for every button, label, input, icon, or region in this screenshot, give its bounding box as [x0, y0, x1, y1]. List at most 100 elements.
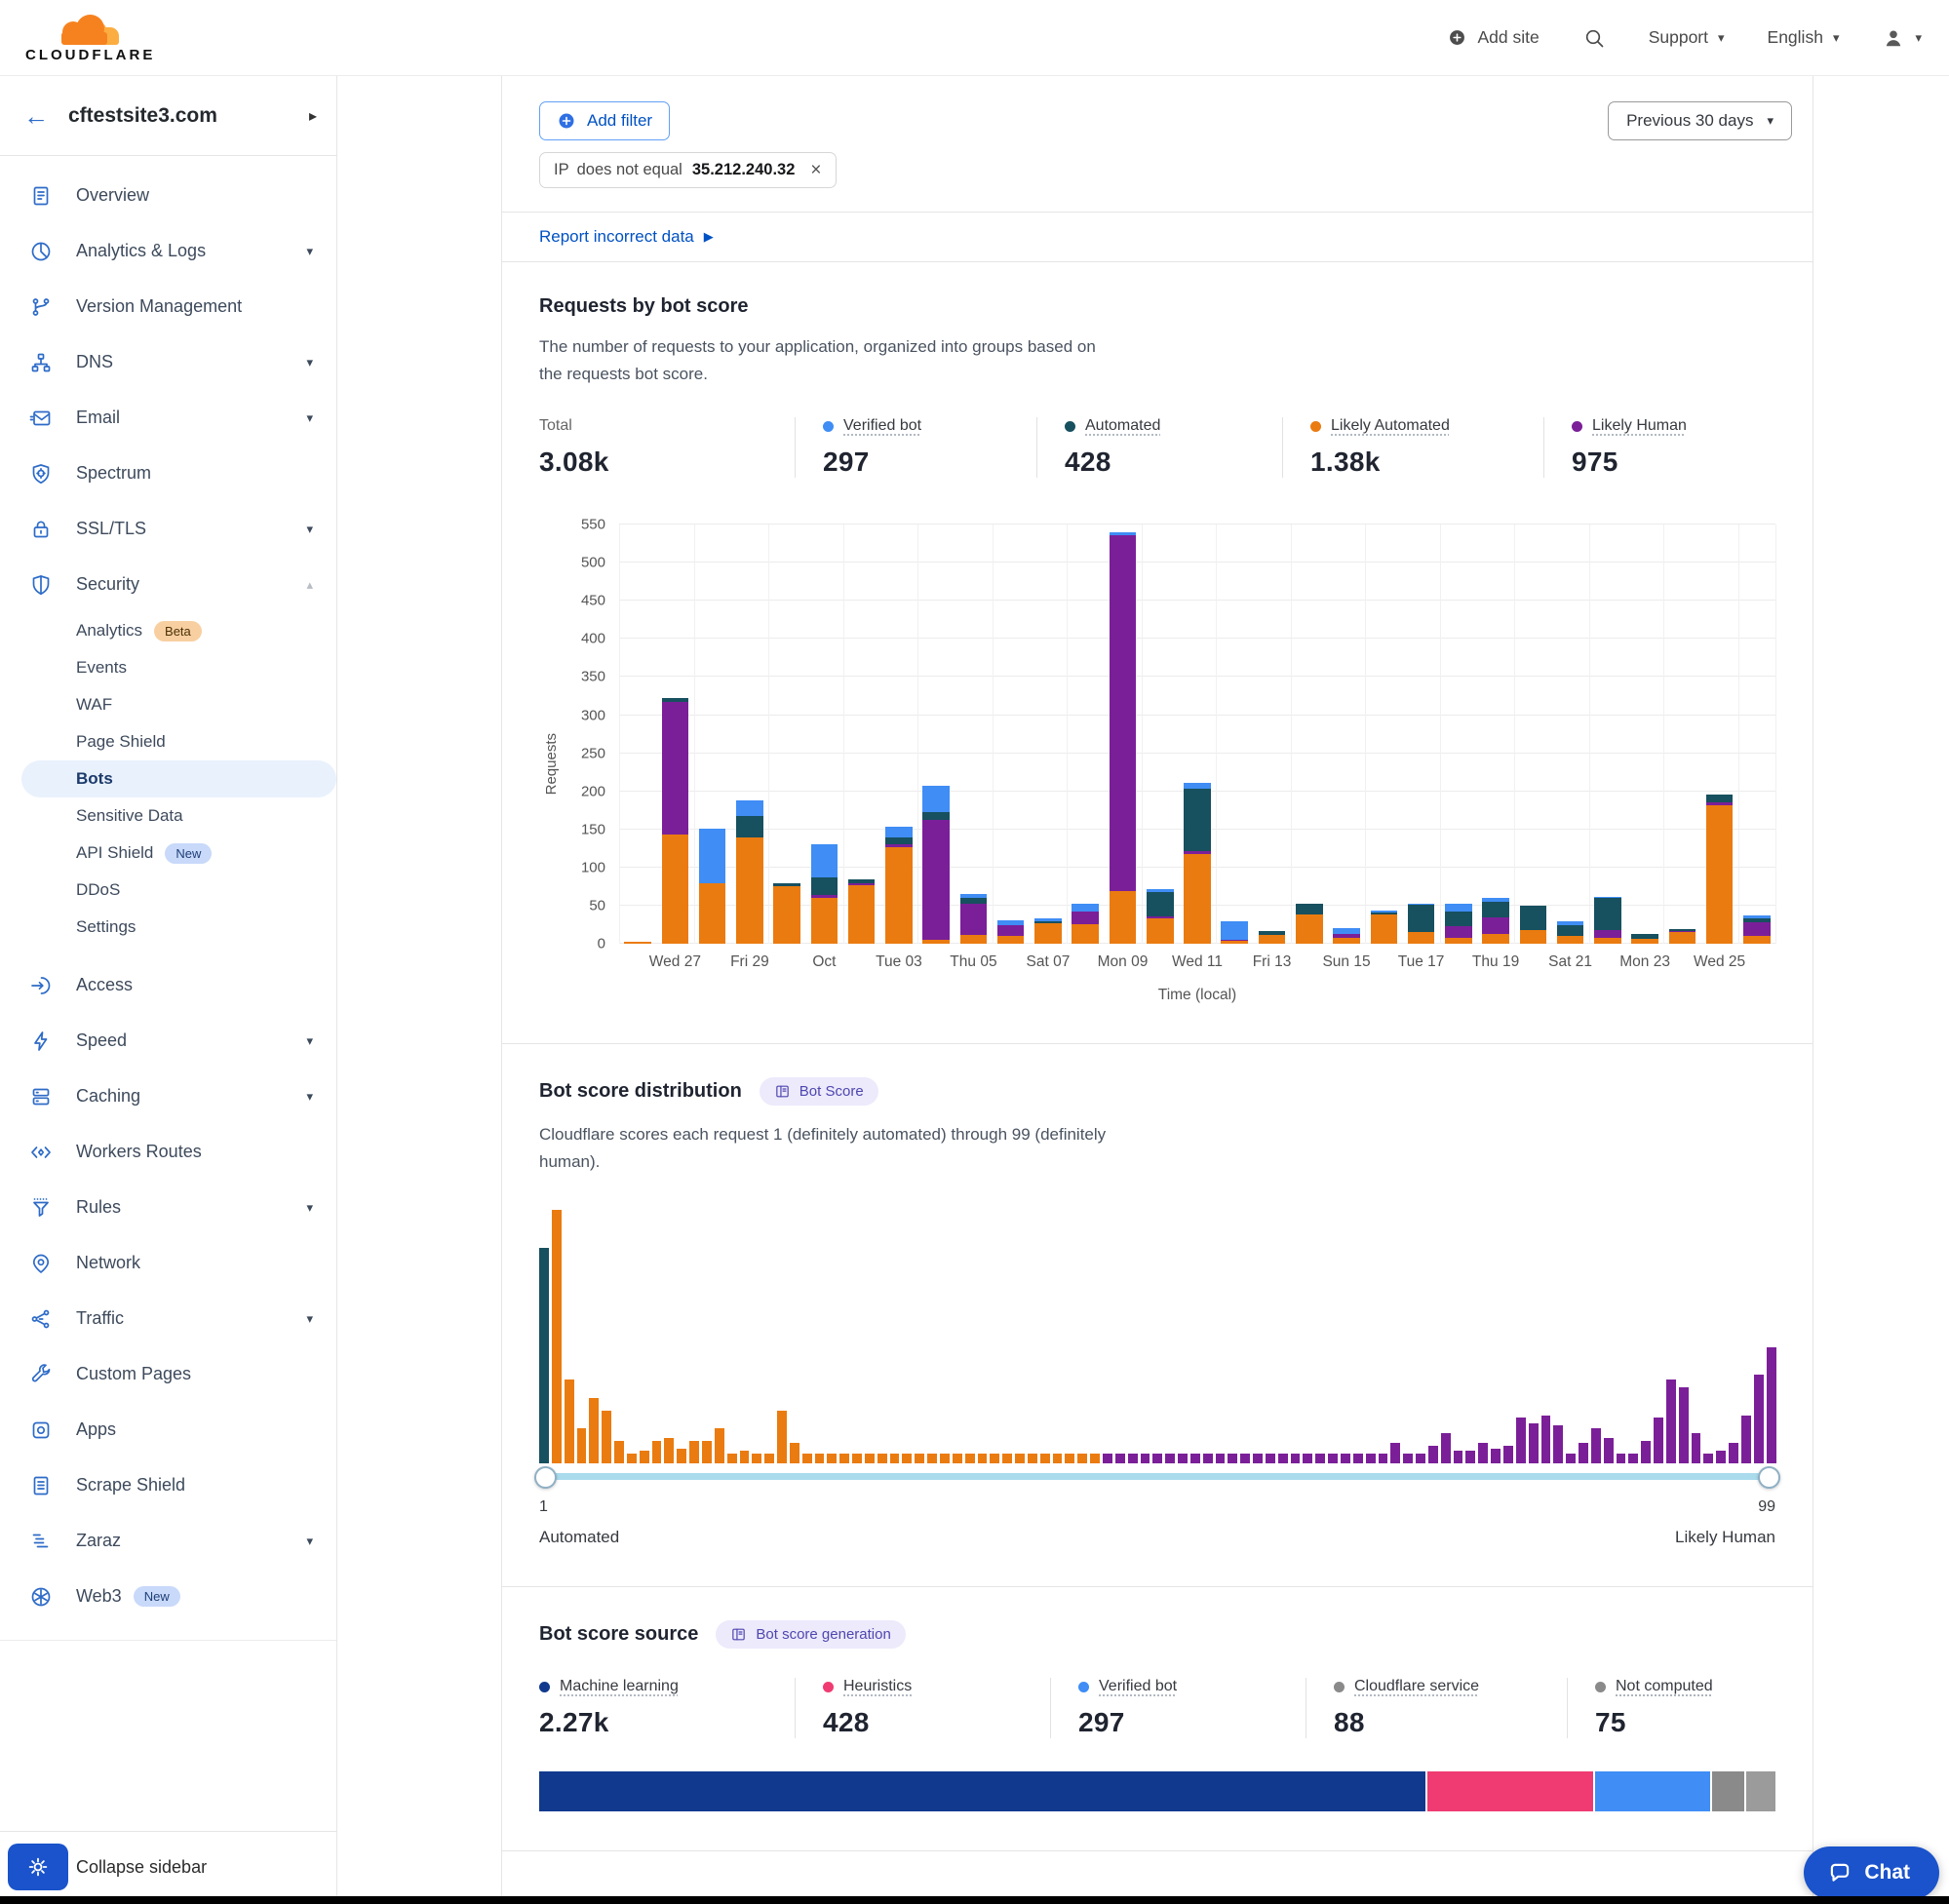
stat-label-not-computed[interactable]: Not computed: [1595, 1678, 1750, 1695]
hist-bar-score-93: [1692, 1433, 1701, 1463]
sidebar-item-analytics-logs[interactable]: Analytics & Logs▾: [0, 223, 336, 279]
sidebar-item-api-shield[interactable]: API ShieldNew: [0, 835, 336, 872]
sidebar-item-network[interactable]: Network: [0, 1235, 336, 1291]
collapse-sidebar-button[interactable]: Collapse sidebar: [76, 1857, 207, 1878]
sidebar-item-zaraz[interactable]: Zaraz▾: [0, 1513, 336, 1569]
sidebar-item-custom-pages[interactable]: Custom Pages: [0, 1346, 336, 1402]
h-gridline: [619, 600, 1775, 601]
filter-chip-ip[interactable]: IP does not equal 35.212.240.32 ×: [539, 152, 837, 188]
slider-max-value: 99: [1758, 1498, 1775, 1516]
analytics-badge: Beta: [154, 621, 202, 641]
sidebar-item-workers-routes[interactable]: Workers Routes: [0, 1124, 336, 1180]
sidebar-item-email[interactable]: Email▾: [0, 390, 336, 446]
bar-segment-likely_human: [1594, 930, 1621, 938]
stat-label-cloudflare-service[interactable]: Cloudflare service: [1334, 1678, 1541, 1695]
hist-bar-score-42: [1053, 1454, 1063, 1463]
stat-label-likely-human[interactable]: Likely Human: [1572, 417, 1750, 435]
site-switcher-caret-icon[interactable]: ▸: [309, 106, 317, 126]
hist-bar-score-77: [1491, 1449, 1501, 1464]
slider-handle-max[interactable]: [1758, 1466, 1780, 1489]
bar-segment-likely_automated: [1072, 924, 1099, 944]
custom-pages-icon: [29, 1363, 53, 1386]
stat-label-text: Total: [539, 417, 572, 435]
sidebar-item-access[interactable]: Access: [0, 957, 336, 1013]
hist-bar-score-57: [1240, 1454, 1250, 1463]
add-filter-button[interactable]: Add filter: [539, 101, 670, 140]
stat-label-verified-bot[interactable]: Verified bot: [823, 417, 1011, 435]
sidebar-item-ddos[interactable]: DDoS: [0, 872, 336, 909]
bar-segment-verified_bot: [922, 786, 950, 812]
stat-label-likely-automated[interactable]: Likely Automated: [1310, 417, 1518, 435]
sidebar-item-apps[interactable]: Apps: [0, 1402, 336, 1457]
sidebar-item-label: Version Management: [76, 296, 242, 317]
sidebar-item-page-shield[interactable]: Page Shield: [0, 723, 336, 760]
v-gridline: [1738, 525, 1739, 944]
support-menu[interactable]: Support ▾: [1649, 27, 1725, 48]
sidebar-item-caching[interactable]: Caching▾: [0, 1069, 336, 1124]
sidebar-item-traffic[interactable]: Traffic▾: [0, 1291, 336, 1346]
bot-score-badge[interactable]: Bot Score: [760, 1077, 878, 1106]
slider-handle-min[interactable]: [534, 1466, 557, 1489]
stat-label-machine-learning[interactable]: Machine learning: [539, 1678, 769, 1695]
sidebar-item-label: Email: [76, 408, 120, 428]
bot-score-source-card: Bot score source Bot score generation Ma…: [502, 1587, 1813, 1851]
settings-gear-button[interactable]: [8, 1844, 68, 1890]
add-site-button[interactable]: Add site: [1447, 27, 1539, 48]
stat-verified-bot: Verified bot 297: [1050, 1678, 1306, 1738]
sidebar-item-ssl-tls[interactable]: SSL/TLS▾: [0, 501, 336, 557]
hist-bar-score-72: [1428, 1446, 1438, 1463]
sidebar-item-events[interactable]: Events: [0, 649, 336, 686]
time-range-select[interactable]: Previous 30 days ▾: [1608, 101, 1792, 140]
stat-label-automated[interactable]: Automated: [1065, 417, 1257, 435]
sidebar-item-waf[interactable]: WAF: [0, 686, 336, 723]
hist-bar-score-66: [1353, 1454, 1363, 1463]
sidebar-item-analytics[interactable]: AnalyticsBeta: [0, 612, 336, 649]
hist-bar-score-69: [1390, 1443, 1400, 1463]
bar-segment-likely_automated: [1408, 932, 1435, 944]
sidebar-item-web3[interactable]: Web3New: [0, 1569, 336, 1624]
sidebar-item-security[interactable]: Security▴: [0, 557, 336, 612]
bot-score-generation-badge[interactable]: Bot score generation: [716, 1620, 905, 1649]
search-icon[interactable]: [1582, 26, 1606, 50]
sidebar-item-spectrum[interactable]: Spectrum: [0, 446, 336, 501]
back-arrow-icon[interactable]: ←: [23, 103, 49, 129]
v-gridline: [1775, 525, 1776, 944]
language-menu[interactable]: English ▾: [1768, 27, 1840, 48]
sidebar-item-speed[interactable]: Speed▾: [0, 1013, 336, 1069]
y-tick-label: 500: [581, 555, 605, 571]
sidebar-item-dns[interactable]: DNS▾: [0, 334, 336, 390]
stat-value-automated: 428: [1065, 447, 1257, 478]
chart-bar: [811, 844, 838, 944]
stat-label-heuristics[interactable]: Heuristics: [823, 1678, 1025, 1695]
hist-bar-score-70: [1403, 1454, 1413, 1463]
slider-max-label: Likely Human: [1675, 1528, 1775, 1547]
sidebar-item-bots[interactable]: Bots: [21, 760, 336, 797]
stat-machine-learning: Machine learning2.27k: [539, 1678, 795, 1738]
sidebar-item-sensitive-data[interactable]: Sensitive Data: [0, 797, 336, 835]
account-menu[interactable]: ▾: [1882, 26, 1922, 50]
sidebar-item-settings[interactable]: Settings: [0, 909, 336, 946]
hist-bar-score-38: [1002, 1454, 1012, 1463]
h-gridline: [619, 524, 1775, 525]
cloudflare-logo[interactable]: CLOUDFLARE: [25, 12, 155, 63]
sidebar-item-rules[interactable]: Rules▾: [0, 1180, 336, 1235]
bar-segment-automated: [1706, 795, 1734, 802]
hist-bar-score-96: [1729, 1443, 1738, 1463]
bar-segment-likely_automated: [662, 835, 689, 944]
v-gridline: [1663, 525, 1664, 944]
remove-filter-icon[interactable]: ×: [810, 161, 821, 179]
add-filter-label: Add filter: [587, 111, 652, 131]
v-gridline: [1291, 525, 1292, 944]
filter-field: IP: [554, 161, 569, 179]
chat-button[interactable]: Chat: [1804, 1846, 1939, 1899]
slider-track[interactable]: [543, 1473, 1772, 1480]
sidebar-item-overview[interactable]: Overview: [0, 168, 336, 223]
sidebar-item-scrape-shield[interactable]: Scrape Shield: [0, 1457, 336, 1513]
requests-by-bot-score-card: Requests by bot score The number of requ…: [502, 262, 1813, 1044]
bar-segment-verified_bot: [699, 829, 726, 883]
sidebar-item-version-management[interactable]: Version Management: [0, 279, 336, 334]
score-range-slider[interactable]: [539, 1465, 1775, 1489]
report-incorrect-data-link[interactable]: Report incorrect data ▶: [539, 227, 714, 247]
stat-label-verified-bot[interactable]: Verified bot: [1078, 1678, 1280, 1695]
stat-value-verified-bot: 297: [1078, 1707, 1280, 1738]
